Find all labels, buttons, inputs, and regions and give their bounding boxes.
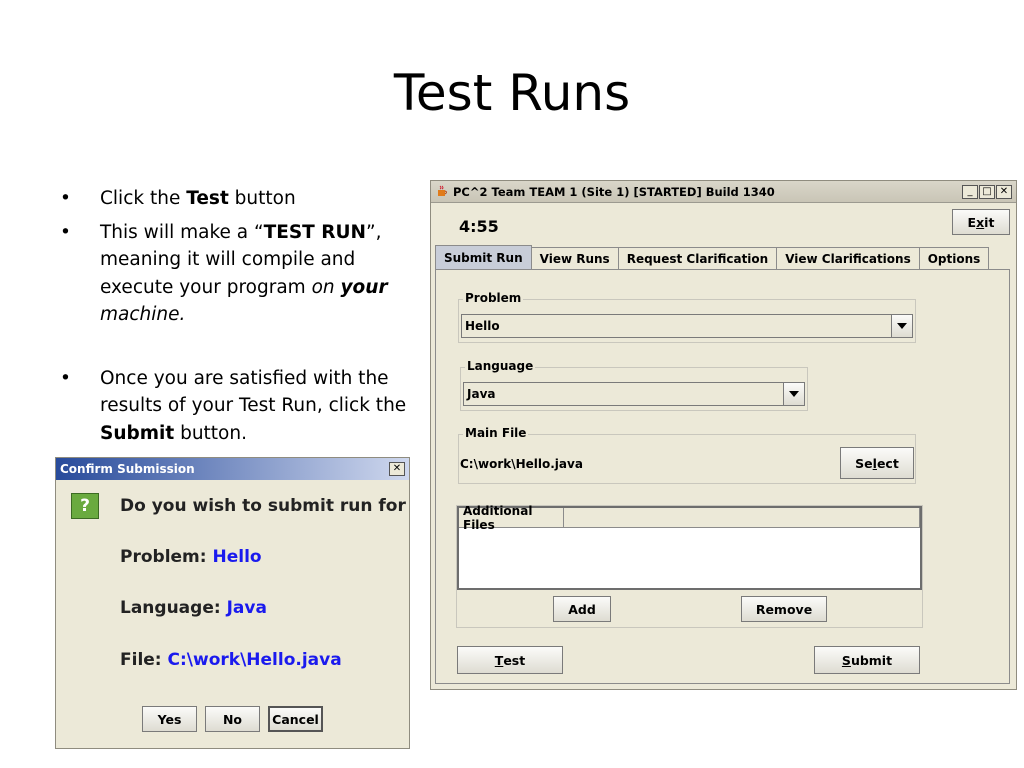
confirm-submission-dialog: Confirm Submission ✕ ? Do you wish to su… <box>55 457 410 749</box>
submit-run-panel: Problem Hello Language Java Main File C:… <box>435 269 1010 684</box>
slide-title: Test Runs <box>393 64 631 122</box>
tab-bar: Submit Run View Runs Request Clarificati… <box>435 245 990 269</box>
bullet-item: This will make a “TEST RUN”, meaning it … <box>60 219 415 329</box>
question-icon: ? <box>71 493 99 519</box>
minimize-icon[interactable]: _ <box>962 184 978 199</box>
main-file-path: C:\work\Hello.java <box>460 457 583 471</box>
java-cup-icon <box>435 185 449 199</box>
tab-request-clarification[interactable]: Request Clarification <box>617 247 778 269</box>
tab-options[interactable]: Options <box>918 247 990 269</box>
additional-files-table[interactable]: Additional Files <box>457 504 922 590</box>
remove-file-button[interactable]: Remove <box>741 596 827 622</box>
dialog-problem-line: Problem: Hello <box>120 547 262 567</box>
select-file-button[interactable]: Se l ect <box>840 447 914 479</box>
close-icon[interactable]: ✕ <box>996 184 1012 199</box>
submit-button[interactable]: Submit <box>814 646 920 674</box>
problem-label: Problem <box>463 291 524 305</box>
problem-select[interactable]: Hello <box>461 314 913 338</box>
close-icon[interactable]: ✕ <box>389 462 405 476</box>
language-group: Language Java <box>460 359 808 411</box>
dialog-file-line: File: C:\work\Hello.java <box>120 650 342 670</box>
no-button[interactable]: No <box>205 706 260 732</box>
dialog-titlebar[interactable]: Confirm Submission ✕ <box>56 458 409 480</box>
window-titlebar[interactable]: PC^2 Team TEAM 1 (Site 1) [STARTED] Buil… <box>431 181 1016 203</box>
chevron-down-icon[interactable] <box>783 383 804 405</box>
language-select[interactable]: Java <box>463 382 805 406</box>
exit-button[interactable]: Ex it <box>952 209 1010 235</box>
tab-submit-run[interactable]: Submit Run <box>435 245 532 269</box>
column-additional-files[interactable]: Additional Files <box>459 504 564 532</box>
tab-view-runs[interactable]: View Runs <box>530 247 619 269</box>
main-file-group: Main File C:\work\Hello.java Se l ect <box>458 426 916 484</box>
pc2-team-window: PC^2 Team TEAM 1 (Site 1) [STARTED] Buil… <box>430 180 1017 690</box>
additional-files-group: Additional Files Add Remove <box>456 504 923 628</box>
chevron-down-icon[interactable] <box>891 315 912 337</box>
maximize-icon[interactable]: □ <box>979 184 995 199</box>
dialog-question: Do you wish to submit run for <box>120 496 406 516</box>
test-button[interactable]: Test <box>457 646 563 674</box>
cancel-button[interactable]: Cancel <box>268 706 323 732</box>
bullet-item: Click the Test button <box>60 185 415 213</box>
tab-view-clarifications[interactable]: View Clarifications <box>776 247 920 269</box>
dialog-language-line: Language: Java <box>120 598 267 618</box>
column-empty[interactable] <box>564 508 920 527</box>
yes-button[interactable]: Yes <box>142 706 197 732</box>
window-title: PC^2 Team TEAM 1 (Site 1) [STARTED] Buil… <box>453 184 775 199</box>
dialog-title: Confirm Submission <box>60 462 195 476</box>
language-value: Java <box>467 387 496 401</box>
contest-clock: 4:55 <box>459 217 499 236</box>
bullet-list: Click the Test button This will make a “… <box>60 185 415 447</box>
main-file-label: Main File <box>463 426 529 440</box>
add-file-button[interactable]: Add <box>553 596 611 622</box>
problem-value: Hello <box>465 319 500 333</box>
bullet-item: Once you are satisfied with the results … <box>60 365 415 448</box>
language-label: Language <box>465 359 536 373</box>
table-header: Additional Files <box>459 504 920 532</box>
problem-group: Problem Hello <box>458 291 916 343</box>
